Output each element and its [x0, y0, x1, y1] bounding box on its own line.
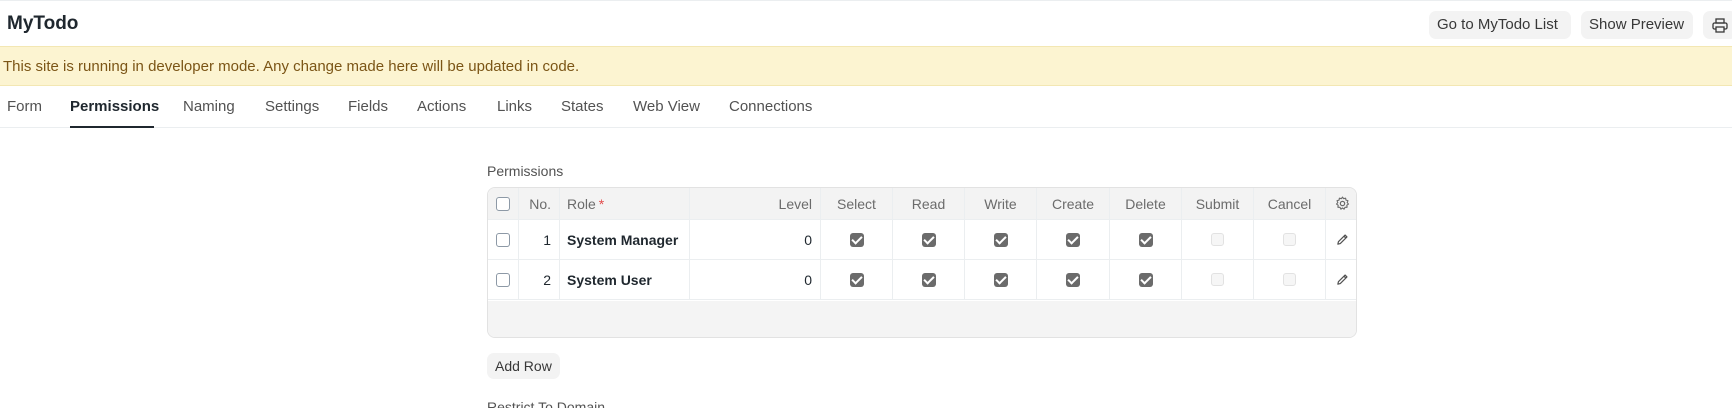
column-header-role-label: Role — [567, 195, 596, 212]
edit-icon[interactable] — [1336, 233, 1349, 246]
edit-row-cell[interactable] — [1326, 260, 1356, 299]
column-header-submit: Submit — [1182, 188, 1254, 219]
row-select-cell — [488, 220, 519, 259]
submit-checkbox — [1211, 273, 1224, 286]
cancel-checkbox — [1283, 233, 1296, 246]
table-row[interactable]: 2 System User 0 — [488, 260, 1356, 300]
write-cell — [965, 220, 1037, 259]
delete-cell — [1110, 260, 1182, 299]
select-all-cell — [488, 188, 519, 219]
tab-form[interactable]: Form — [7, 98, 42, 115]
column-header-level: Level — [690, 188, 821, 219]
tab-actions[interactable]: Actions — [417, 98, 466, 115]
cancel-cell — [1254, 260, 1326, 299]
show-preview-button[interactable]: Show Preview — [1581, 11, 1693, 39]
column-header-delete: Delete — [1110, 188, 1182, 219]
edit-row-cell[interactable] — [1326, 220, 1356, 259]
select-all-checkbox[interactable] — [496, 196, 510, 211]
developer-mode-banner: This site is running in developer mode. … — [0, 46, 1732, 86]
add-row-button[interactable]: Add Row — [487, 353, 560, 379]
tab-fields[interactable]: Fields — [348, 98, 388, 115]
role-cell[interactable]: System User — [560, 260, 690, 299]
submit-cell — [1182, 260, 1254, 299]
create-checkbox[interactable] — [1066, 272, 1080, 287]
cancel-cell — [1254, 220, 1326, 259]
row-select-cell — [488, 260, 519, 299]
required-mark: * — [598, 195, 605, 212]
delete-cell — [1110, 220, 1182, 259]
read-cell — [893, 260, 965, 299]
read-checkbox[interactable] — [921, 272, 936, 287]
tab-permissions[interactable]: Permissions — [70, 98, 159, 115]
create-cell — [1037, 260, 1110, 299]
row-number: 2 — [519, 260, 560, 299]
select-cell — [821, 260, 893, 299]
restrict-to-domain-label: Restrict To Domain — [487, 399, 606, 408]
level-cell[interactable]: 0 — [690, 220, 821, 259]
column-header-read: Read — [893, 188, 965, 219]
tab-settings[interactable]: Settings — [265, 98, 319, 115]
form-tabs: Form Permissions Naming Settings Fields … — [0, 86, 1732, 128]
table-header-row: No. Role * Level Select Read Write Creat… — [488, 188, 1356, 220]
select-cell — [821, 220, 893, 259]
column-settings-cell[interactable] — [1326, 188, 1356, 219]
print-button[interactable] — [1703, 11, 1732, 39]
level-cell[interactable]: 0 — [690, 260, 821, 299]
write-cell — [965, 260, 1037, 299]
tab-web-view[interactable]: Web View — [633, 98, 700, 115]
row-select-checkbox[interactable] — [496, 272, 510, 287]
active-tab-indicator — [70, 126, 154, 128]
select-checkbox[interactable] — [849, 272, 864, 287]
permissions-table: No. Role * Level Select Read Write Creat… — [487, 187, 1357, 338]
edit-icon[interactable] — [1336, 273, 1349, 286]
cancel-checkbox — [1283, 273, 1296, 286]
delete-checkbox[interactable] — [1138, 272, 1153, 287]
select-checkbox[interactable] — [849, 232, 864, 247]
create-checkbox[interactable] — [1066, 232, 1080, 247]
submit-cell — [1182, 220, 1254, 259]
table-row[interactable]: 1 System Manager 0 — [488, 220, 1356, 260]
read-checkbox[interactable] — [921, 232, 936, 247]
column-header-write: Write — [965, 188, 1037, 219]
go-to-list-button[interactable]: Go to MyTodo List — [1429, 11, 1571, 39]
column-header-select: Select — [821, 188, 893, 219]
create-cell — [1037, 220, 1110, 259]
tab-connections[interactable]: Connections — [729, 98, 812, 115]
column-header-cancel: Cancel — [1254, 188, 1326, 219]
permissions-section-label: Permissions — [487, 163, 564, 179]
submit-checkbox — [1211, 233, 1224, 246]
delete-checkbox[interactable] — [1138, 232, 1153, 247]
tab-links[interactable]: Links — [497, 98, 532, 115]
row-number: 1 — [519, 220, 560, 259]
gear-icon[interactable] — [1335, 196, 1350, 211]
role-cell[interactable]: System Manager — [560, 220, 690, 259]
developer-mode-text: This site is running in developer mode. … — [3, 58, 580, 75]
column-header-create: Create — [1037, 188, 1110, 219]
role-name: System User — [567, 271, 652, 288]
write-checkbox[interactable] — [993, 272, 1008, 287]
role-name: System Manager — [567, 231, 679, 248]
tab-naming[interactable]: Naming — [183, 98, 235, 115]
column-header-no: No. — [519, 188, 560, 219]
row-select-checkbox[interactable] — [496, 232, 510, 247]
read-cell — [893, 220, 965, 259]
column-header-role: Role * — [560, 188, 690, 219]
table-footer — [488, 301, 1356, 337]
write-checkbox[interactable] — [993, 232, 1008, 247]
page-header: MyTodo Go to MyTodo List Show Preview — [0, 0, 1732, 46]
page-title: MyTodo — [7, 13, 79, 34]
tab-states[interactable]: States — [561, 98, 604, 115]
printer-icon — [1712, 18, 1728, 33]
